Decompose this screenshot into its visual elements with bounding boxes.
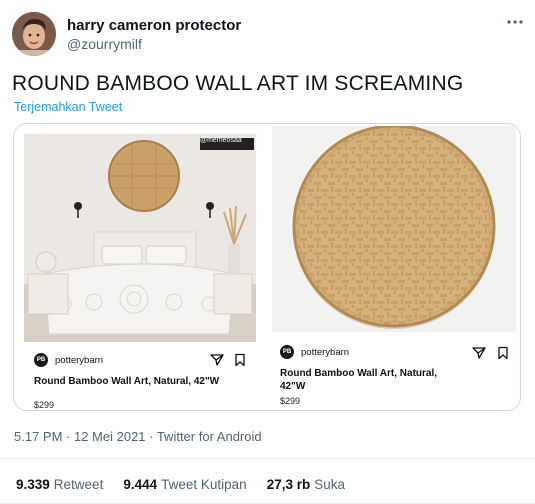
- media-image-left[interactable]: @memeosaa PB potterybarn Round Bamboo Wa…: [14, 124, 268, 410]
- tweet-stats: 9.339 Retweet 9.444 Tweet Kutipan 27,3 rb S…: [16, 477, 365, 492]
- divider: [0, 458, 535, 459]
- send-icon: [472, 346, 486, 360]
- product-title: Round Bamboo Wall Art, Natural, 42"W: [280, 368, 438, 392]
- translate-tweet-link[interactable]: Terjemahkan Tweet: [14, 100, 122, 114]
- product-title: Round Bamboo Wall Art, Natural, 42"W: [34, 376, 220, 387]
- like-count: 27,3 rb: [266, 477, 311, 492]
- brand-logo: PB: [280, 345, 294, 359]
- tweet-card: harry cameron protector @zourrymilf ROUN…: [0, 0, 535, 504]
- like-stat[interactable]: 27,3 rb Suka: [267, 477, 345, 492]
- retweet-count: 9.339: [16, 477, 50, 492]
- brand-row-right: PB potterybarn: [280, 345, 349, 359]
- avatar[interactable]: [12, 12, 56, 56]
- media-attachment[interactable]: @memeosaa PB potterybarn Round Bamboo Wa…: [13, 123, 521, 411]
- quote-tweet-stat[interactable]: 9.444 Tweet Kutipan: [123, 477, 246, 492]
- like-label: Suka: [314, 477, 345, 492]
- bedroom-photo: [24, 134, 256, 342]
- tweet-timestamp[interactable]: 5.17 PM · 12 Mei 2021 · Twitter for Andr…: [14, 429, 262, 444]
- media-image-right[interactable]: PB potterybarn Round Bamboo Wall Art, Na…: [270, 124, 520, 410]
- brand-logo: PB: [34, 353, 48, 367]
- bookmark-icon: [233, 353, 247, 367]
- brand-row-left: PB potterybarn: [34, 353, 103, 367]
- quote-tweet-label: Tweet Kutipan: [161, 477, 247, 492]
- author-handle[interactable]: @zourrymilf: [67, 36, 142, 52]
- retweet-label: Retweet: [53, 477, 104, 492]
- bamboo-plate-photo: [272, 126, 516, 332]
- brand-name: potterybarn: [301, 346, 350, 358]
- tweet-text: ROUND BAMBOO WALL ART IM SCREAMING: [12, 72, 464, 95]
- retweet-stat[interactable]: 9.339 Retweet: [16, 477, 103, 492]
- brand-name: potterybarn: [55, 354, 104, 366]
- bookmark-icon: [496, 346, 510, 360]
- product-price: $299: [280, 396, 301, 406]
- watermark-text: @memeosaa: [200, 137, 242, 144]
- quote-tweet-count: 9.444: [123, 477, 158, 492]
- more-horizontal-icon[interactable]: [504, 12, 526, 32]
- product-price: $299: [34, 400, 55, 410]
- send-icon: [210, 353, 224, 367]
- author-display-name[interactable]: harry cameron protector: [67, 17, 241, 34]
